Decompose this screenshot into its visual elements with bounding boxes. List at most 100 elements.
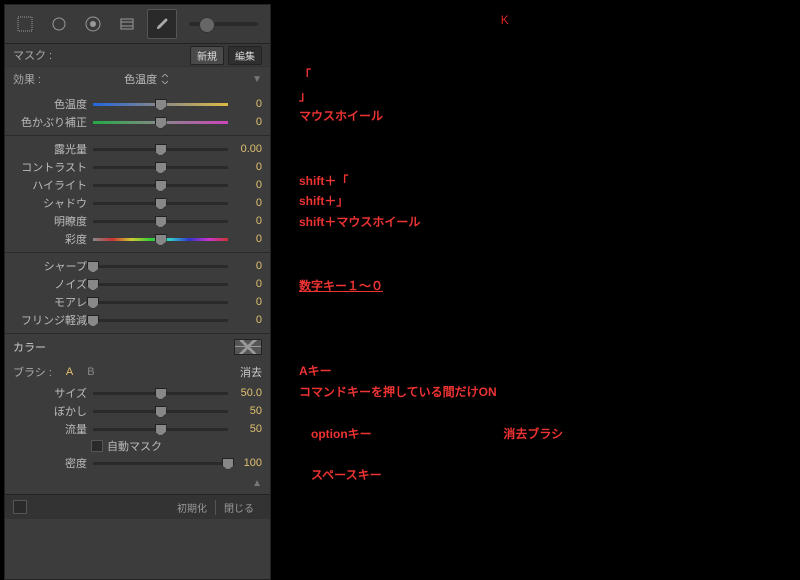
param-slider[interactable] [93,232,228,246]
gradient-tool-icon[interactable] [113,10,141,38]
param-value: 0 [228,161,262,173]
note-line: shift＋」：大きく [299,191,729,211]
param-slider[interactable] [93,295,228,309]
param-slider[interactable] [93,160,228,174]
param-slider[interactable] [93,313,228,327]
param-name: ぼかし [13,403,93,419]
param-row: 明瞭度 0 [5,212,270,230]
param-slider[interactable] [93,422,228,436]
param-row: ぼかし 50 [5,402,270,420]
param-slider[interactable] [93,386,228,400]
param-value: 0.00 [228,143,262,155]
mask-new-button[interactable]: 新規 [190,46,224,65]
note-line: 自動マスクのショートカット [299,341,729,361]
param-name: 彩度 [13,231,93,247]
param-name: 密度 [13,455,93,471]
redeye-tool-icon[interactable] [79,10,107,38]
note-key: shift＋」 [299,194,342,208]
param-name: ハイライト [13,177,93,193]
param-value: 0 [228,179,262,191]
brush-b-button[interactable]: B [87,366,94,378]
param-slider[interactable] [93,404,228,418]
note-line: 「optionキー」を押している間だけ「消去ブラシ」 [299,424,729,444]
param-slider[interactable] [93,142,228,156]
color-row: カラー [5,334,270,360]
panel-footer: 初期化 閉じる [5,494,270,519]
note-key: 消去ブラシ [503,427,563,441]
param-row: モアレ 0 [5,293,270,311]
param-name: ノイズ [13,276,93,292]
note-key: 「 [299,68,311,82]
param-value: 0 [228,314,262,326]
param-value: 50.0 [228,387,262,399]
param-row: 流量 50 [5,420,270,438]
pin-toggle[interactable] [13,500,27,514]
param-row: 色かぶり補正 0 [5,113,270,131]
brush-header: ブラシ : A B 消去 [5,360,270,384]
spot-tool-icon[interactable] [45,10,73,38]
param-value: 0 [228,215,262,227]
param-name: 色温度 [13,96,93,112]
tool-size-slider[interactable] [189,22,258,26]
note-key: マウスホイール [299,109,383,123]
param-value: 0 [228,260,262,272]
note-block: 「optionキー」を押している間だけ「消去ブラシ」 [285,418,743,450]
param-value: 50 [228,405,262,417]
param-name: サイズ [13,385,93,401]
note-line: コマンドキーを押している間だけON [299,382,729,402]
param-row: シャープ 0 [5,257,270,275]
param-row: 露光量 0.00 [5,140,270,158]
note-text: 」です。 [509,13,556,27]
note-line: 」：大きく [299,86,729,106]
close-link[interactable]: 閉じる [224,500,262,515]
dropdown-icon [161,74,169,84]
crop-tool-icon[interactable] [11,10,39,38]
param-slider[interactable] [93,115,228,129]
automask-row: 自動マスク [5,438,270,454]
param-name: モアレ [13,294,93,310]
param-value: 0 [228,278,262,290]
param-slider[interactable] [93,456,228,470]
note-key: 数字キー１〜０ [299,279,383,293]
brush-erase-button[interactable]: 消去 [240,364,262,380]
disclosure-icon[interactable]: ▲ [252,478,262,489]
disclosure-icon[interactable]: ▼ [252,74,262,85]
note-block: 自動マスクのショートカットAキー：オンとオフの切替コマンドキーを押している間だけ… [285,333,743,410]
note-key: 」 [299,89,305,103]
note-key: optionキー [311,427,372,441]
param-slider[interactable] [93,259,228,273]
mask-header: マスク : 新規 編集 [5,44,270,67]
param-name: シャープ [13,258,93,274]
note-line: 「：小さく [299,65,729,85]
shortcut-notes: 補正ブラシツールのショートカットは「K」です。 ブラシのサイズを変更するショート… [271,0,800,580]
note-key: コマンドキーを押している間だけON [299,385,497,399]
param-name: コントラスト [13,159,93,175]
param-row: ノイズ 0 [5,275,270,293]
automask-checkbox[interactable] [91,440,103,452]
param-slider[interactable] [93,196,228,210]
param-name: 色かぶり補正 [13,114,93,130]
mask-edit-button[interactable]: 編集 [228,46,262,65]
effect-header: 効果 : 色温度 ▼ [5,67,270,91]
reset-link[interactable]: 初期化 [177,500,216,515]
param-value: 0 [228,233,262,245]
note-line: Aキー：オンとオフの切替 [299,361,729,381]
param-slider[interactable] [93,178,228,192]
color-swatch[interactable] [234,339,262,355]
param-row: 密度 100 [5,454,270,472]
note-line: マウスホイール（正転＝大きく 逆転＝小さく） [299,106,729,126]
effect-mode-dropdown[interactable]: 色温度 [124,71,169,87]
param-slider[interactable] [93,214,228,228]
param-name: 流量 [13,421,93,437]
mask-label: マスク : [13,47,52,63]
brush-tool-icon[interactable] [147,9,177,39]
note-line: ブラシのぼかし範囲を変更するショートカット [299,150,729,170]
note-line: shift＋マウスホイール：大きく・小さく [299,212,729,232]
param-slider[interactable] [93,277,228,291]
brush-a-button[interactable]: A [66,366,73,378]
note-text: 補正ブラシツールのショートカットは「 [285,13,501,27]
param-slider[interactable] [93,97,228,111]
param-name: フリンジ軽減 [13,312,93,328]
param-row: 彩度 0 [5,230,270,248]
automask-label: 自動マスク [107,438,162,454]
